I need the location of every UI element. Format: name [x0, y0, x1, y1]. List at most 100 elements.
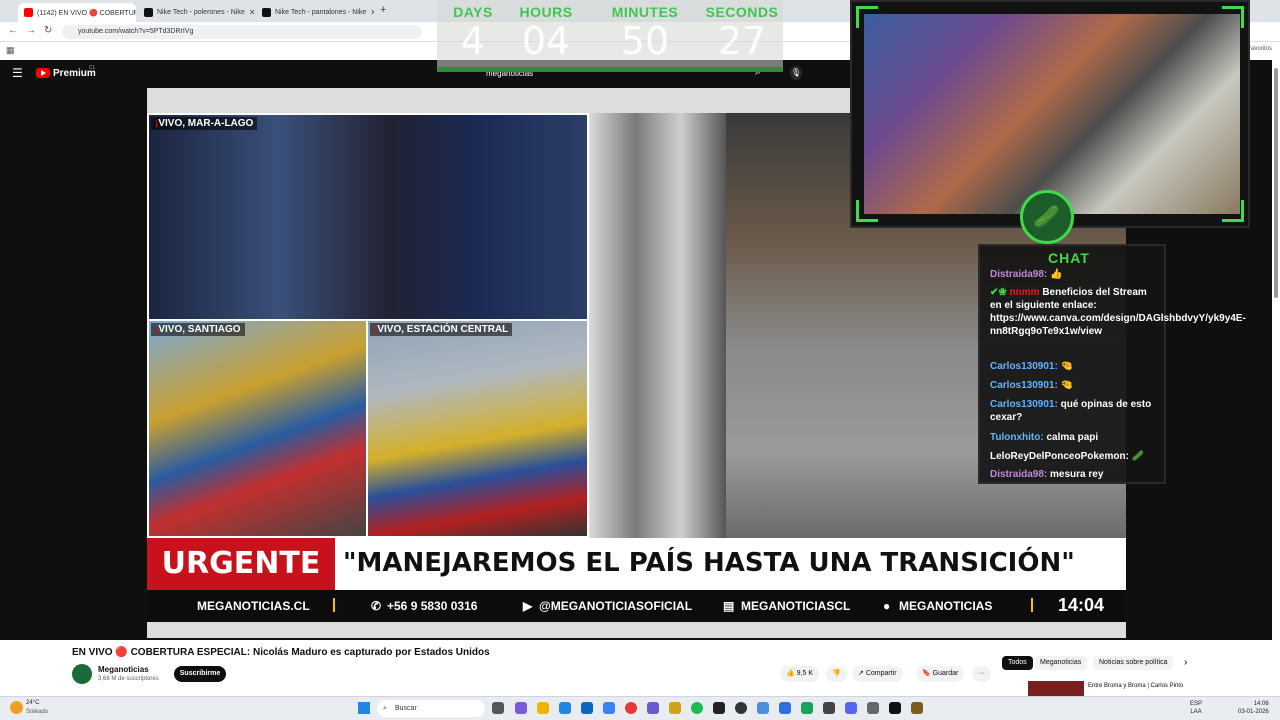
headline-text: "MANEJAREMOS EL PAÍS HASTA UNA TRANSICIÓ… — [343, 548, 1075, 578]
recommendation-title[interactable]: Entre Broma y Broma | Carlos Pinto — [1088, 682, 1188, 690]
ticker-divider — [333, 598, 335, 612]
recommendation-thumbnail[interactable] — [1028, 681, 1084, 696]
app-icon[interactable] — [669, 702, 681, 714]
chat-message: Tulonxhito: calma papi — [990, 432, 1099, 443]
app-icon[interactable] — [581, 702, 593, 714]
subscribe-button[interactable]: Suscribirme — [174, 666, 226, 682]
app-icon[interactable] — [647, 702, 659, 714]
tab-nike-polerones[interactable]: Nike Tech - polerones - Nike ✕ — [138, 3, 256, 22]
ticker-phone: +56 9 5830 0316 — [387, 599, 478, 613]
chevron-right-icon[interactable]: › — [1184, 657, 1187, 668]
task-view-icon[interactable] — [492, 702, 504, 714]
countdown-minutes: MINUTES 50 — [611, 4, 679, 63]
new-tab-icon[interactable]: + — [380, 4, 386, 16]
page-scrollbar[interactable] — [1272, 60, 1280, 696]
thumbs-down-icon: 👎 — [832, 670, 841, 677]
input-language[interactable]: ESP LAA — [1190, 700, 1202, 716]
weather-icon[interactable] — [10, 701, 23, 714]
share-icon: ↗ — [858, 670, 866, 677]
tab-youtube[interactable]: (1142) EN VIVO 🔴 COBERTURA ✕ — [18, 3, 136, 22]
video-details: EN VIVO 🔴 COBERTURA ESPECIAL: Nicolás Ma… — [0, 640, 1272, 696]
obs-icon[interactable] — [735, 702, 747, 714]
tab-nike-pantalones[interactable]: Nike Tech - pantalones - Nike ✕ — [256, 3, 374, 22]
windows-start-icon[interactable] — [358, 702, 370, 714]
chat-message: Distraida98: 👍 — [990, 269, 1063, 280]
app-icon[interactable] — [867, 702, 879, 714]
youtube-logo-icon[interactable] — [36, 68, 50, 78]
discord-icon[interactable] — [845, 702, 857, 714]
app-icon[interactable] — [911, 702, 923, 714]
twitch-icon: ▤ — [723, 599, 735, 613]
webcam-feed — [864, 14, 1240, 214]
chat-message: ✔❀ nnmm Beneficios del Stream en el sigu… — [990, 287, 1246, 337]
frame-corner — [1222, 200, 1244, 222]
countdown-hours: HOURS 04 — [519, 4, 573, 63]
panel-label: ¡VIVO, MAR-A-LAGO — [151, 117, 258, 130]
ticker-twitch: MEGANOTICIASCL — [741, 599, 851, 613]
urgente-badge: URGENTE — [147, 538, 335, 590]
thumbs-up-icon: 👍 — [786, 670, 797, 677]
chat-overlay: CHAT Distraida98: 👍 ✔❀ nnmm Beneficios d… — [978, 244, 1246, 484]
app-icon[interactable] — [779, 702, 791, 714]
chip-meganoticias[interactable]: Meganoticias — [1034, 656, 1088, 670]
bookmarks-label[interactable]: Favoritos — [1247, 46, 1272, 52]
spotify-icon: ● — [883, 599, 891, 613]
app-icon[interactable] — [515, 702, 527, 714]
chip-all[interactable]: Todos — [1002, 656, 1033, 670]
ticker-time: 14:04 — [1057, 595, 1104, 615]
save-button[interactable]: 🔖 Guardar — [916, 666, 965, 682]
app-icon[interactable] — [603, 702, 615, 714]
share-button[interactable]: ↗ Compartir — [852, 666, 903, 682]
tab-title: Nike Tech - polerones - Nike — [157, 9, 245, 16]
clock[interactable]: 14:06 03-01-2026 — [1238, 700, 1269, 716]
weather-temp: 24°C — [26, 700, 40, 706]
countdown-overlay: DAYS 4 HOURS 04 MINUTES 50 SECONDS 27 — [437, 0, 783, 72]
like-button[interactable]: 👍 9,5 K — [780, 666, 820, 682]
app-icon[interactable] — [823, 702, 835, 714]
chat-message: Distraida98: mesura rey — [990, 469, 1104, 480]
terminal-icon[interactable] — [713, 702, 725, 714]
channel-avatar[interactable] — [72, 664, 92, 684]
chat-message: LeloReyDelPonceoPokemon: 🥒 — [990, 451, 1145, 462]
panel-santiago: ¡VIVO, SANTIAGO — [149, 321, 366, 536]
frame-corner — [856, 200, 878, 222]
close-tab-icon[interactable]: ✕ — [249, 8, 256, 17]
youtube-favicon-icon — [24, 8, 33, 17]
country-code: CL — [89, 65, 96, 71]
chrome-icon[interactable] — [625, 702, 637, 714]
webcam-overlay: 🥒 — [850, 0, 1250, 244]
file-explorer-icon[interactable] — [537, 702, 549, 714]
video-title: EN VIVO 🔴 COBERTURA ESPECIAL: Nicolás Ma… — [72, 647, 490, 658]
more-actions-button[interactable]: ··· — [972, 666, 991, 682]
headline-bar: URGENTE "MANEJAREMOS EL PAÍS HASTA UNA T… — [147, 538, 1126, 590]
spotify-icon[interactable] — [691, 702, 703, 714]
scroll-thumb[interactable] — [1274, 68, 1278, 298]
close-tab-icon[interactable]: ✕ — [370, 8, 374, 17]
panel-label: ¡VIVO, SANTIAGO — [151, 323, 245, 336]
url-field[interactable]: youtube.com/watch?v=5PTd3DRrIVg — [62, 25, 422, 39]
back-icon[interactable]: ← — [8, 25, 18, 36]
apps-icon[interactable]: ▦ — [6, 45, 15, 56]
menu-icon[interactable]: ☰ — [12, 66, 23, 80]
edge-icon[interactable] — [559, 702, 571, 714]
video-grid-left: ¡VIVO, MAR-A-LAGO ¡VIVO, SANTIAGO ¡VIVO,… — [147, 113, 589, 538]
countdown-days: DAYS 4 — [453, 4, 493, 63]
chat-message: Carlos130901: qué opinas de esto cexar? — [990, 399, 1152, 423]
ticker-bar: MEGANOTICIAS.CL ✆ +56 9 5830 0316 ▶ @MEG… — [147, 590, 1126, 622]
panel-mar-a-lago: ¡VIVO, MAR-A-LAGO — [149, 115, 587, 319]
channel-name[interactable]: Meganoticias — [98, 665, 149, 674]
app-icon[interactable] — [801, 702, 813, 714]
app-icon[interactable] — [757, 702, 769, 714]
microphone-icon[interactable]: 🎙 — [790, 66, 802, 80]
dislike-button[interactable]: 👎 — [826, 666, 847, 682]
search-icon: ⌕ — [383, 705, 387, 712]
reload-icon[interactable]: ↻ — [44, 25, 52, 36]
frame-corner — [856, 6, 878, 28]
taskbar-search[interactable]: ⌕ Buscar — [377, 700, 485, 717]
tab-title: Nike Tech - pantalones - Nike — [275, 9, 367, 16]
app-icon[interactable] — [889, 702, 901, 714]
chip-politica[interactable]: Noticias sobre política — [1093, 656, 1174, 670]
forward-icon[interactable]: → — [26, 25, 36, 36]
subscriber-count: 3,68 M de suscriptores — [98, 676, 159, 682]
nike-favicon-icon — [262, 8, 271, 17]
